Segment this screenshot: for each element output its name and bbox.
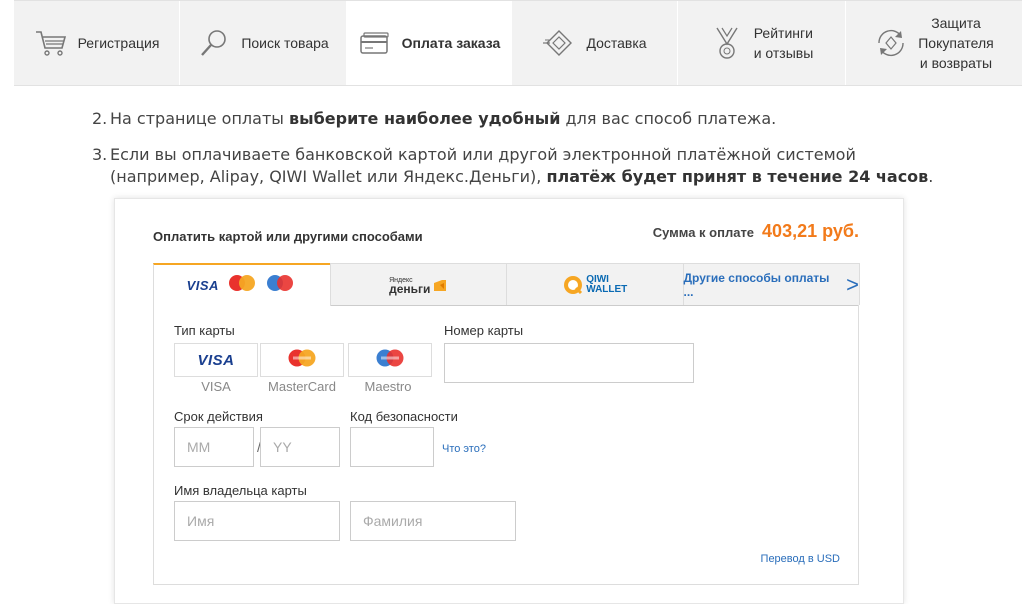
help-nav-bar: Регистрация Поиск товара Оплата заказа Д…: [14, 0, 1022, 86]
card-form-panel: Тип карты VISA VISA MasterCard Maestro Н…: [153, 305, 859, 585]
step-text-bold: выберите наиболее удобный: [289, 109, 561, 128]
visa-logo: VISA: [186, 278, 219, 293]
visa-logo: VISA: [197, 351, 235, 369]
card-type-caption: VISA: [201, 379, 231, 394]
nav-item-ratings[interactable]: Рейтинги и отзывы: [678, 1, 846, 85]
cardholder-first-name-input[interactable]: Имя: [174, 501, 340, 541]
mastercard-icon: [284, 347, 320, 374]
card-type-visa[interactable]: VISA: [174, 343, 258, 377]
nav-label-ratings-line1: Рейтинги: [753, 25, 813, 41]
nav-item-search[interactable]: Поиск товара: [180, 1, 347, 85]
yandex-big-text: деньги: [389, 281, 431, 296]
qiwi-line2: WALLET: [586, 283, 628, 295]
step-text-pre: На странице оплаты: [110, 109, 289, 128]
payment-method-tabs: VISA Яндекс деньги QIWI WALLET Другие спос…: [153, 263, 860, 306]
card-type-caption: MasterCard: [268, 379, 336, 394]
card-number-input[interactable]: [444, 343, 694, 383]
nav-item-delivery[interactable]: Доставка: [512, 1, 678, 85]
expiry-label: Срок действия: [174, 409, 263, 424]
nav-label-protection: Защита Покупателя и возвраты: [918, 13, 994, 73]
expiry-month-input[interactable]: MM: [174, 427, 254, 467]
convert-usd-link[interactable]: Перевод в USD: [761, 553, 840, 565]
step-number: 2.: [92, 109, 108, 128]
yandex-money-logo: Яндекс деньги: [389, 275, 447, 295]
card-type-maestro[interactable]: [348, 343, 432, 377]
step-2: 2. На странице оплаты выберите наиболее …: [92, 108, 952, 130]
tab-yandex-money[interactable]: Яндекс деньги: [329, 263, 507, 305]
magnifier-icon: [197, 26, 231, 60]
amount-due-value: 403,21 руб.: [762, 221, 859, 241]
step-text: На странице оплаты выберите наиболее удо…: [110, 108, 952, 130]
tab-qiwi[interactable]: QIWI WALLET: [506, 263, 684, 305]
step-number: 3.: [92, 145, 108, 164]
nav-item-protection[interactable]: Защита Покупателя и возвраты: [846, 1, 1022, 85]
instruction-steps: 2. На странице оплаты выберите наиболее …: [92, 108, 952, 202]
cvc-label: Код безопасности: [350, 409, 458, 424]
mastercard-icon: [224, 273, 259, 298]
nav-label-payment: Оплата заказа: [401, 35, 501, 51]
qiwi-logo: QIWI WALLET: [562, 274, 627, 296]
refresh-shield-icon: [874, 26, 908, 60]
cvc-help-link[interactable]: Что это?: [442, 443, 486, 455]
step-text-bold: платёж будет принят в течение 24 часов: [546, 167, 929, 186]
nav-label-protection-line3: и возвраты: [919, 55, 993, 71]
nav-label-ratings: Рейтинги и отзывы: [754, 23, 814, 63]
tab-other-label: Другие способы оплаты ...: [683, 270, 830, 299]
cardholder-last-name-input[interactable]: Фамилия: [350, 501, 516, 541]
amount-due-label: Сумма к оплате: [652, 225, 755, 240]
cart-icon: [34, 26, 68, 60]
chevron-right-icon: >: [846, 271, 859, 297]
medal-icon: [710, 26, 744, 60]
payment-widget: Оплатить картой или другими способами Су…: [114, 198, 904, 604]
nav-label-delivery: Доставка: [586, 35, 647, 51]
nav-label-protection-line1: Защита: [931, 15, 981, 31]
cvc-input[interactable]: [350, 427, 434, 467]
nav-label-protection-line2: Покупателя: [918, 35, 994, 51]
tab-cards[interactable]: VISA: [153, 263, 331, 306]
nav-item-registration[interactable]: Регистрация: [14, 1, 180, 85]
step-3: 3. Если вы оплачиваете банковской картой…: [92, 144, 952, 188]
tab-other-methods[interactable]: Другие способы оплаты ... >: [682, 263, 860, 305]
amount-due: Сумма к оплате 403,21 руб.: [653, 221, 859, 242]
maestro-icon: [263, 273, 297, 298]
card-type-label: Тип карты: [174, 323, 235, 338]
step-text-post: .: [928, 167, 934, 186]
nav-label-search: Поиск товара: [241, 35, 329, 51]
card-type-caption: Maestro: [364, 379, 412, 394]
nav-label-registration: Регистрация: [77, 35, 160, 51]
step-text: Если вы оплачиваете банковской картой ил…: [110, 144, 952, 188]
nav-label-ratings-line2: и отзывы: [753, 45, 814, 61]
maestro-icon: [372, 347, 408, 374]
card-icon: [358, 26, 392, 60]
card-type-mastercard[interactable]: [260, 343, 344, 377]
step-text-post: для вас способ платежа.: [560, 109, 777, 128]
widget-title: Оплатить картой или другими способами: [153, 229, 423, 244]
cardholder-label: Имя владельца карты: [174, 483, 307, 498]
expiry-year-input[interactable]: YY: [260, 427, 340, 467]
nav-item-payment[interactable]: Оплата заказа: [347, 1, 512, 85]
card-number-label: Номер карты: [444, 323, 524, 338]
delivery-icon: [542, 26, 576, 60]
